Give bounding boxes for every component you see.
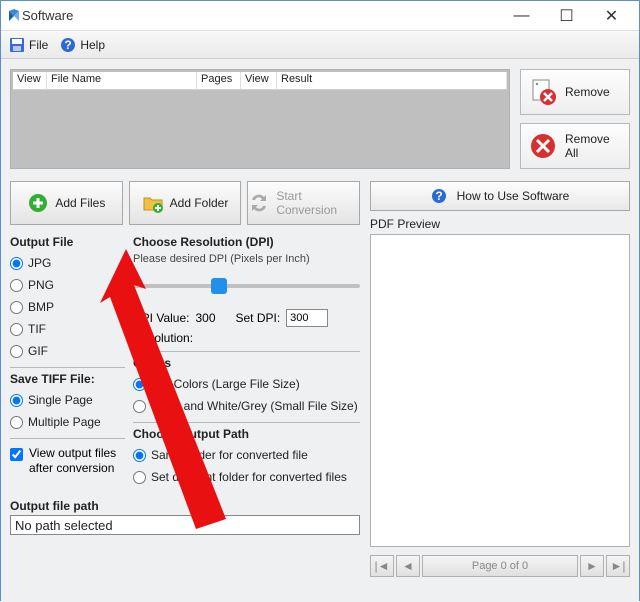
remove-all-icon: [529, 132, 557, 160]
window-title: Software: [22, 8, 499, 23]
menubar: File ? Help: [1, 31, 639, 59]
convert-icon: [248, 192, 270, 214]
outpath-same[interactable]: Same folder for converted file: [133, 445, 360, 465]
start-conversion-button[interactable]: Start Conversion: [247, 181, 360, 225]
add-folder-button[interactable]: Add Folder: [129, 181, 242, 225]
pager-info: Page 0 of 0: [422, 555, 578, 577]
menu-file[interactable]: File: [9, 37, 48, 53]
col-filename[interactable]: File Name: [47, 72, 197, 89]
add-files-icon: [27, 192, 49, 214]
file-list-body[interactable]: [13, 90, 507, 168]
file-list[interactable]: View File Name Pages View Result: [10, 69, 510, 169]
view-after-checkbox[interactable]: View output files after conversion: [10, 443, 125, 479]
remove-all-button[interactable]: Remove All: [520, 123, 630, 169]
tiff-multi[interactable]: Multiple Page: [10, 412, 125, 432]
pager-last[interactable]: ►|: [606, 555, 630, 577]
col-view[interactable]: View: [13, 72, 47, 89]
preview-pager: |◄ ◄ Page 0 of 0 ► ►|: [370, 553, 630, 579]
outpath-diff[interactable]: Set different folder for converted files: [133, 467, 360, 487]
maximize-button[interactable]: ☐: [544, 2, 589, 30]
pager-next[interactable]: ►: [580, 555, 604, 577]
tiff-single[interactable]: Single Page: [10, 390, 125, 410]
pdf-preview: [370, 234, 630, 547]
titlebar: Software — ☐ ✕: [1, 1, 639, 31]
colors-bw[interactable]: Black and White/Grey (Small File Size): [133, 396, 360, 416]
outpath-title: Choose Output Path: [133, 427, 360, 441]
output-tif[interactable]: TIF: [10, 319, 125, 339]
howto-button[interactable]: ? How to Use Software: [370, 181, 630, 211]
set-dpi-input[interactable]: [286, 309, 328, 327]
resolution-title: Choose Resolution (DPI): [133, 235, 360, 249]
col-pages[interactable]: Pages: [197, 72, 241, 89]
add-folder-icon: [142, 192, 164, 214]
remove-icon: [529, 78, 557, 106]
dpi-value-label: DPI Value:: [133, 311, 189, 325]
preview-label: PDF Preview: [370, 217, 630, 231]
dpi-value: 300: [195, 311, 229, 325]
output-file-title: Output File: [10, 235, 125, 249]
dpi-slider[interactable]: [133, 275, 360, 297]
colors-full[interactable]: Full Colors (Large File Size): [133, 374, 360, 394]
output-path-label: Output file path: [10, 499, 360, 513]
colors-title: Colors: [133, 356, 360, 370]
output-png[interactable]: PNG: [10, 275, 125, 295]
tiff-title: Save TIFF File:: [10, 372, 125, 386]
minimize-button[interactable]: —: [499, 2, 544, 30]
add-files-button[interactable]: Add Files: [10, 181, 123, 225]
svg-text:?: ?: [65, 38, 72, 52]
help-icon: ?: [431, 188, 447, 204]
pager-first[interactable]: |◄: [370, 555, 394, 577]
app-icon: [6, 8, 22, 24]
file-list-header: View File Name Pages View Result: [13, 72, 507, 90]
output-jpg[interactable]: JPG: [10, 253, 125, 273]
col-view2[interactable]: View: [241, 72, 277, 89]
set-dpi-label: Set DPI:: [235, 311, 280, 325]
remove-button[interactable]: Remove: [520, 69, 630, 115]
menu-help[interactable]: ? Help: [60, 37, 105, 53]
resolution-hint: Please desired DPI (Pixels per Inch): [133, 253, 360, 265]
close-button[interactable]: ✕: [589, 2, 634, 30]
pager-prev[interactable]: ◄: [396, 555, 420, 577]
output-path-value[interactable]: No path selected: [10, 515, 360, 535]
output-bmp[interactable]: BMP: [10, 297, 125, 317]
col-result[interactable]: Result: [277, 72, 507, 89]
resolution-output-label: Resolution:: [133, 331, 360, 345]
save-icon: [9, 37, 25, 53]
help-icon: ?: [60, 37, 76, 53]
output-gif[interactable]: GIF: [10, 341, 125, 361]
svg-text:?: ?: [435, 189, 442, 203]
